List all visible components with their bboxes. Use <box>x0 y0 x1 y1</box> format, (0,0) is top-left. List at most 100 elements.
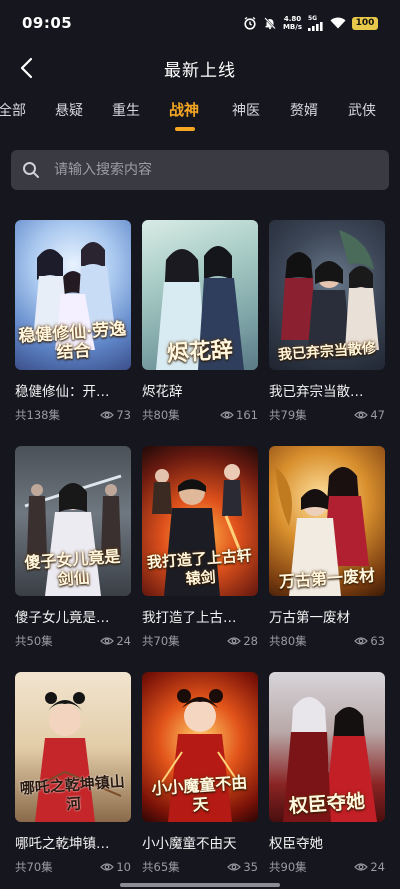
episode-count: 共90集 <box>269 860 307 874</box>
drama-meta: 共70集 10 <box>15 859 131 875</box>
tab-war-god[interactable]: 战神 <box>169 99 199 120</box>
drama-poster[interactable]: 稳健修仙·劳逸结合 <box>15 220 131 370</box>
drama-meta: 共80集 161 <box>142 407 258 423</box>
status-icons: 4.80 MB/s 5G 100 <box>243 15 378 31</box>
episode-count: 共50集 <box>15 634 53 648</box>
wifi-icon <box>330 17 346 29</box>
view-count: 24 <box>100 634 131 648</box>
episode-count: 共70集 <box>15 860 53 874</box>
drama-title[interactable]: 万古第一废材 <box>269 606 381 626</box>
tab-rebirth[interactable]: 重生 <box>112 100 140 120</box>
tab-all[interactable]: 全部 <box>0 100 26 120</box>
poster-title: 我打造了上古轩辕剑 <box>146 546 253 589</box>
drama-card[interactable]: 我打造了上古轩辕剑 我打造了上古… 共70集 28 <box>142 446 258 672</box>
search-bar[interactable] <box>11 150 389 190</box>
tab-martial-arts[interactable]: 武侠 <box>348 100 376 120</box>
eye-icon <box>227 862 242 872</box>
view-count-value: 161 <box>236 408 258 422</box>
drama-poster[interactable]: 哪吒之乾坤镇山河 <box>15 672 131 822</box>
drama-title[interactable]: 哪吒之乾坤镇… <box>15 832 127 852</box>
net-speed-unit: MB/s <box>282 23 302 31</box>
drama-card[interactable]: 哪吒之乾坤镇山河 哪吒之乾坤镇… 共70集 10 <box>15 672 131 889</box>
view-count-value: 24 <box>116 634 131 648</box>
drama-poster[interactable]: 傻子女儿竟是剑仙 <box>15 446 131 596</box>
drama-grid: 稳健修仙·劳逸结合 稳健修仙：开… 共138集 73 烬花辞 烬花辞 共80集 … <box>15 220 387 889</box>
drama-title[interactable]: 傻子女儿竟是… <box>15 606 127 626</box>
episode-count: 共70集 <box>142 634 180 648</box>
status-bar: 09:05 4.80 MB/s 5G 100 <box>0 0 400 46</box>
tab-miracle-doctor[interactable]: 神医 <box>232 100 260 120</box>
eye-icon <box>354 410 369 420</box>
view-count: 24 <box>354 860 385 874</box>
episode-count: 共80集 <box>269 634 307 648</box>
drama-title[interactable]: 烬花辞 <box>142 380 254 400</box>
drama-card[interactable]: 权臣夺她 权臣夺她 共90集 24 <box>269 672 385 889</box>
view-count: 73 <box>100 408 131 422</box>
drama-meta: 共79集 47 <box>269 407 385 423</box>
view-count: 28 <box>227 634 258 648</box>
drama-title[interactable]: 我已弃宗当散… <box>269 380 381 400</box>
home-indicator[interactable] <box>120 883 280 887</box>
eye-icon <box>354 862 369 872</box>
drama-meta: 共138集 73 <box>15 407 131 423</box>
search-icon <box>22 161 40 179</box>
eye-icon <box>100 410 115 420</box>
drama-meta: 共50集 24 <box>15 633 131 649</box>
category-tabs: 全部 悬疑 重生 战神 神医 赘婿 武侠 <box>0 92 400 132</box>
view-count: 47 <box>354 408 385 422</box>
drama-card[interactable]: 我已弃宗当散修 我已弃宗当散… 共79集 47 <box>269 220 385 446</box>
drama-card[interactable]: 傻子女儿竟是剑仙 傻子女儿竟是… 共50集 24 <box>15 446 131 672</box>
drama-title[interactable]: 我打造了上古… <box>142 606 254 626</box>
drama-poster[interactable]: 我打造了上古轩辕剑 <box>142 446 258 596</box>
battery-indicator: 100 <box>352 16 378 30</box>
drama-poster[interactable]: 小小魔童不由天 <box>142 672 258 822</box>
eye-icon <box>227 636 242 646</box>
episode-count: 共65集 <box>142 860 180 874</box>
eye-icon <box>100 862 115 872</box>
search-input[interactable] <box>54 151 389 189</box>
drama-card[interactable]: 稳健修仙·劳逸结合 稳健修仙：开… 共138集 73 <box>15 220 131 446</box>
bell-off-icon <box>263 16 277 30</box>
drama-poster[interactable]: 我已弃宗当散修 <box>269 220 385 370</box>
eye-icon <box>100 636 115 646</box>
view-count-value: 28 <box>243 634 258 648</box>
drama-poster[interactable]: 万古第一废材 <box>269 446 385 596</box>
drama-title[interactable]: 权臣夺她 <box>269 832 381 852</box>
view-count-value: 10 <box>116 860 131 874</box>
poster-title: 稳健修仙·劳逸结合 <box>17 319 127 364</box>
net-speed: 4.80 MB/s <box>283 15 302 31</box>
drama-title[interactable]: 小小魔童不由天 <box>142 832 254 852</box>
alarm-icon <box>243 16 257 30</box>
view-count: 35 <box>227 860 258 874</box>
eye-icon <box>354 636 369 646</box>
tab-suspense[interactable]: 悬疑 <box>55 100 83 120</box>
view-count: 63 <box>354 634 385 648</box>
back-button[interactable] <box>10 52 42 84</box>
view-count: 10 <box>100 860 131 874</box>
drama-title[interactable]: 稳健修仙：开… <box>15 380 127 400</box>
page-title: 最新上线 <box>164 60 236 81</box>
drama-card[interactable]: 小小魔童不由天 小小魔童不由天 共65集 35 <box>142 672 258 889</box>
active-tab-indicator <box>175 127 195 131</box>
header: 最新上线 <box>0 46 400 90</box>
view-count-value: 63 <box>370 634 385 648</box>
drama-meta: 共65集 35 <box>142 859 258 875</box>
episode-count: 共80集 <box>142 408 180 422</box>
episode-count: 共79集 <box>269 408 307 422</box>
view-count-value: 24 <box>370 860 385 874</box>
tab-son-in-law[interactable]: 赘婿 <box>290 100 318 120</box>
poster-title: 哪吒之乾坤镇山河 <box>19 772 126 814</box>
view-count-value: 47 <box>370 408 385 422</box>
drama-card[interactable]: 万古第一废材 万古第一废材 共80集 63 <box>269 446 385 672</box>
signal-icon: 5G <box>308 15 324 31</box>
drama-poster[interactable]: 烬花辞 <box>142 220 258 370</box>
drama-meta: 共80集 63 <box>269 633 385 649</box>
drama-poster[interactable]: 权臣夺她 <box>269 672 385 822</box>
drama-meta: 共70集 28 <box>142 633 258 649</box>
poster-title: 小小魔童不由天 <box>150 772 248 815</box>
net-speed-value: 4.80 <box>283 15 302 23</box>
drama-card[interactable]: 烬花辞 烬花辞 共80集 161 <box>142 220 258 446</box>
eye-icon <box>220 410 234 420</box>
view-count: 161 <box>220 408 258 422</box>
drama-meta: 共90集 24 <box>269 859 385 875</box>
